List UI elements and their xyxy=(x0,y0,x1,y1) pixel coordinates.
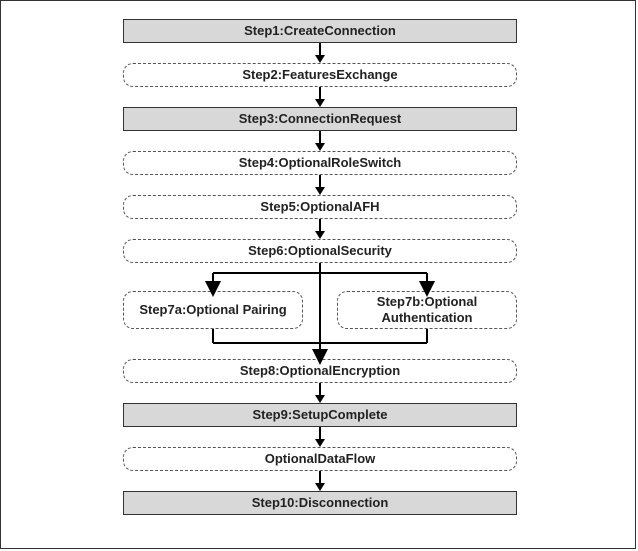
flowchart-frame: Step1:CreateConnection Step2:FeaturesExc… xyxy=(0,0,636,549)
step9-setup-complete: Step9:SetupComplete xyxy=(123,403,517,427)
step10-disconnection: Step10:Disconnection xyxy=(123,491,517,515)
optional-data-flow: OptionalDataFlow xyxy=(123,447,517,471)
merge-7-to-8 xyxy=(1,1,638,371)
